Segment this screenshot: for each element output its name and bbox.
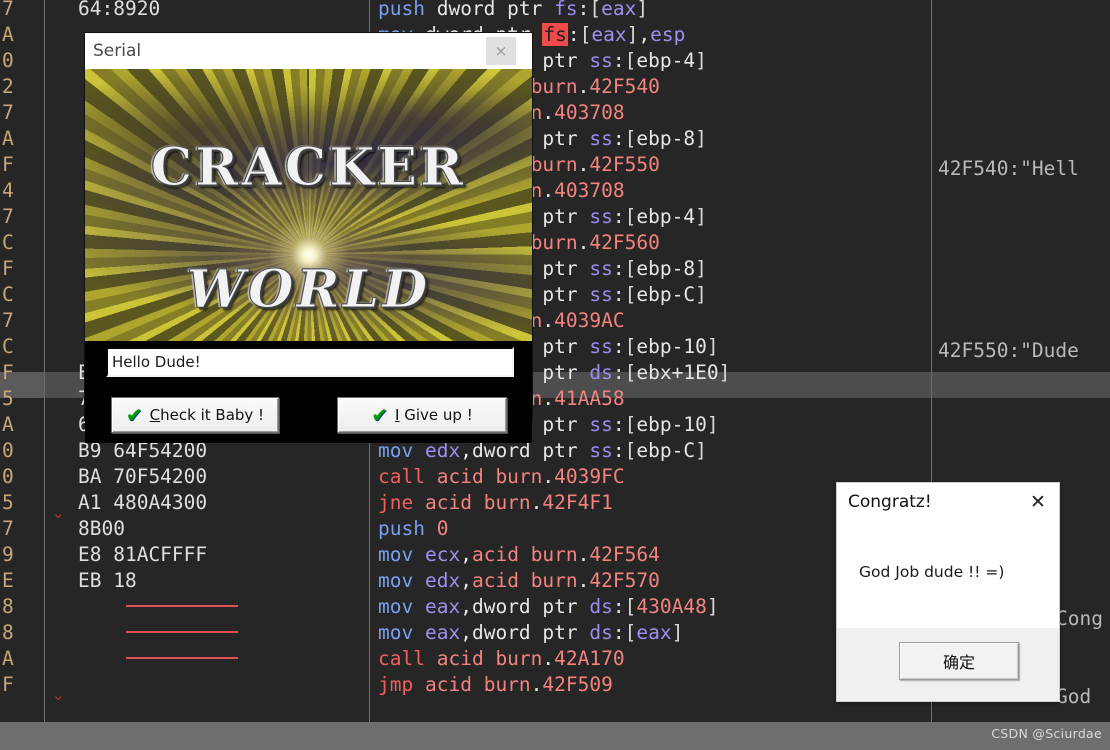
serial-input[interactable] [106, 347, 514, 377]
checkmark-icon: ✔ [125, 403, 143, 427]
hex-bytes-cell: 8B00 [78, 517, 125, 540]
address-cell: 7 [2, 517, 14, 540]
address-cell: C [2, 283, 14, 306]
banner-word-cracker: CRACKER [150, 137, 467, 199]
hex-bytes-cell: EB 18 [78, 569, 137, 592]
address-cell: F [2, 673, 14, 696]
address-cell: E [2, 569, 14, 592]
address-cell: 7 [2, 101, 14, 124]
address-cell: 0 [2, 439, 14, 462]
check-button-accel: C [149, 406, 161, 424]
address-cell: 0 [2, 49, 14, 72]
hex-bytes-cell: A1 480A4300 [78, 491, 208, 514]
hex-bytes-cell: 64:8920 [78, 0, 161, 20]
address-cell: 9 [2, 543, 14, 566]
address-cell: 5 [2, 491, 14, 514]
serial-input-row [85, 341, 532, 383]
congratz-dialog-footer: 确定 [837, 628, 1059, 701]
close-icon[interactable]: × [486, 37, 516, 65]
string-ref: 42F540:"Hell [938, 157, 1079, 180]
assembly-line: mov ecx,acid burn.42F564 [378, 543, 660, 566]
address-cell: 2 [2, 75, 14, 98]
assembly-line: mov edx,acid burn.42F570 [378, 569, 660, 592]
right-note: Cong [1056, 607, 1103, 630]
address-cell: 0 [2, 465, 14, 488]
assembly-line: push dword ptr fs:[eax] [378, 0, 649, 20]
congratz-dialog-body: God Job dude !! =) [837, 521, 1059, 628]
congratz-dialog-titlebar[interactable]: Congratz! ✕ [837, 483, 1059, 521]
operand-underline [126, 657, 238, 659]
serial-dialog-buttons: ✔ Check it Baby ! ✔ I Give up ! [85, 391, 532, 443]
congratz-dialog-title: Congratz! [848, 492, 932, 512]
congratz-message: God Job dude !! =) [859, 563, 1005, 581]
assembly-line: mov eax,dword ptr ds:[eax] [378, 621, 684, 644]
jump-arrow-icon: ⌄ [52, 686, 65, 704]
banner-word-world: WORLD [186, 259, 431, 321]
checkmark-icon: ✔ [371, 403, 389, 427]
assembly-line: call acid burn.4039FC [378, 465, 625, 488]
serial-dialog-titlebar[interactable]: Serial × [85, 33, 532, 69]
address-cell: 4 [2, 179, 14, 202]
address-cell: A [2, 647, 14, 670]
address-cell: A [2, 413, 14, 436]
address-cell: C [2, 231, 14, 254]
string-ref: 42F550:"Dude [938, 339, 1079, 362]
jump-arrow-icon: ⌄ [52, 504, 65, 522]
address-cell: F [2, 257, 14, 280]
address-cell: 8 [2, 621, 14, 644]
screen: 7A027AF47CFC7CF5A00579E88AF 64:89208B45 … [0, 0, 1110, 750]
check-button-label: heck it Baby ! [160, 406, 265, 424]
giveup-button-label: Give up ! [399, 406, 473, 424]
address-cell: 5 [2, 387, 14, 410]
serial-dialog[interactable]: Serial × CRACKER WORLD ✔ Check it Baby !… [85, 33, 532, 443]
string-reference-column: 42F540:"Hell 42F550:"Dude [938, 0, 1079, 416]
operand-underline [126, 631, 238, 633]
address-cell: 8 [2, 595, 14, 618]
column-divider-address [44, 0, 45, 722]
assembly-line: jmp acid burn.42F509 [378, 673, 613, 696]
address-column: 7A027AF47CFC7CF5A00579E88AF [2, 0, 14, 698]
ok-button[interactable]: 确定 [899, 642, 1019, 680]
address-cell: A [2, 23, 14, 46]
address-cell: F [2, 153, 14, 176]
watermark-text: CSDN @Sciurdae [991, 726, 1102, 741]
serial-dialog-title: Serial [93, 41, 142, 61]
check-it-baby-button[interactable]: ✔ Check it Baby ! [111, 397, 279, 433]
operand-underline [126, 605, 238, 607]
hex-bytes-cell: BA 70F54200 [78, 465, 208, 488]
i-give-up-button[interactable]: ✔ I Give up ! [337, 397, 507, 433]
address-cell: 7 [2, 309, 14, 332]
address-cell: C [2, 335, 14, 358]
assembly-line: push 0 [378, 517, 449, 540]
cracker-world-banner-image: CRACKER WORLD [85, 69, 532, 341]
hex-bytes-cell: E8 81ACFFFF [78, 543, 208, 566]
address-cell: 7 [2, 0, 14, 20]
right-note-column: Cong God [1056, 554, 1110, 750]
assembly-line: call acid burn.42A170 [378, 647, 625, 670]
status-bar [0, 722, 1110, 750]
assembly-line: jne acid burn.42F4F1 [378, 491, 613, 514]
right-note: God [1056, 685, 1092, 708]
address-cell: F [2, 361, 14, 384]
close-icon[interactable]: ✕ [1023, 489, 1053, 515]
address-cell: 7 [2, 205, 14, 228]
congratz-dialog[interactable]: Congratz! ✕ God Job dude !! =) 确定 [836, 482, 1060, 702]
address-cell: A [2, 127, 14, 150]
assembly-line: mov eax,dword ptr ds:[430A48] [378, 595, 719, 618]
